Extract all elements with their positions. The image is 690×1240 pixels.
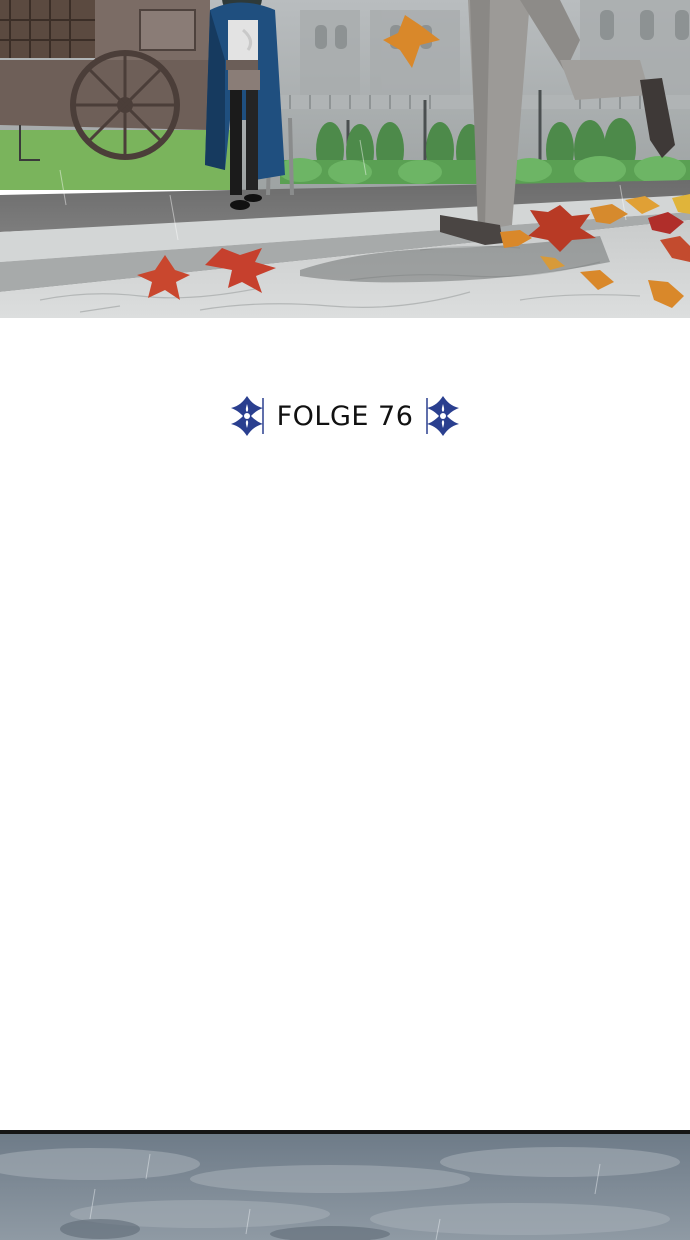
episode-header: FOLGE 76 [0, 390, 690, 442]
blank-gutter [0, 442, 690, 1130]
rainy-sky-illustration [0, 1134, 690, 1240]
right-ornament-icon [426, 396, 460, 436]
episode-title: FOLGE 76 [276, 400, 414, 432]
courtyard-illustration [0, 0, 690, 318]
comic-panel-rainy-sky [0, 1130, 690, 1240]
left-ornament-icon [230, 396, 264, 436]
comic-panel-courtyard [0, 0, 690, 318]
